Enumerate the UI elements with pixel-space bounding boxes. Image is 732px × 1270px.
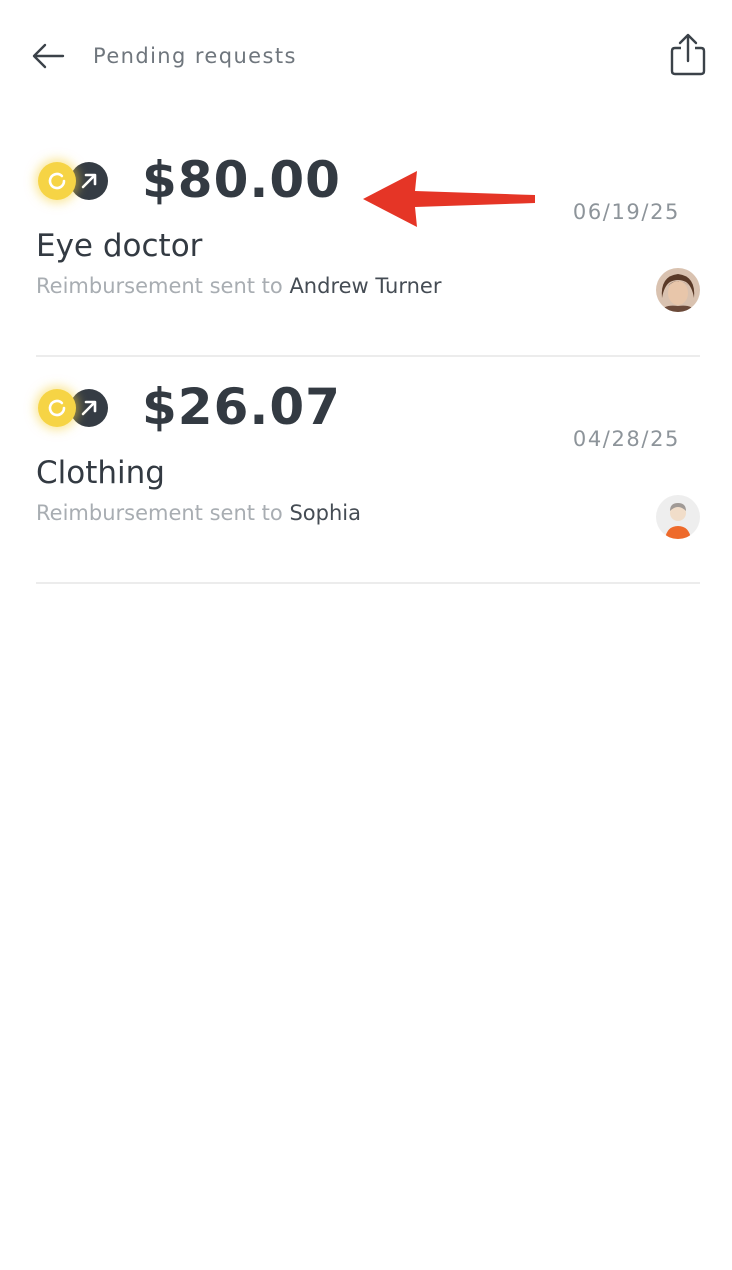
share-icon	[670, 33, 706, 76]
request-title: Clothing	[36, 455, 165, 491]
request-amount: $80.00	[142, 151, 341, 209]
header: Pending requests	[0, 0, 732, 110]
recipient-photo-avatar[interactable]	[656, 268, 700, 312]
pending-status-icon	[38, 389, 76, 427]
arrow-left-icon	[32, 43, 65, 69]
status-icons	[36, 160, 112, 202]
pending-status-icon	[38, 162, 76, 200]
share-button[interactable]	[664, 30, 712, 80]
request-subtitle: Reimbursement sent to Sophia	[36, 499, 361, 527]
subtitle-prefix: Reimbursement sent to	[36, 274, 283, 298]
request-date: 06/19/25	[572, 200, 680, 224]
recipient-name: Andrew Turner	[289, 274, 442, 298]
status-icons	[36, 387, 112, 429]
request-amount: $26.07	[142, 378, 341, 436]
recipient-name: Sophia	[289, 501, 361, 525]
back-button[interactable]	[26, 36, 70, 76]
page-title: Pending requests	[93, 44, 297, 68]
recipient-default-avatar[interactable]	[656, 495, 700, 539]
request-subtitle: Reimbursement sent to Andrew Turner	[36, 272, 441, 300]
app-screen: Pending requests $80.00 06/19/25 Eye doc…	[0, 0, 732, 1270]
request-date: 04/28/25	[572, 427, 680, 451]
annotation-arrow	[363, 171, 535, 227]
subtitle-prefix: Reimbursement sent to	[36, 501, 283, 525]
request-title: Eye doctor	[36, 228, 203, 264]
request-row-clothing[interactable]: $26.07 04/28/25 Clothing Reimbursement s…	[36, 357, 700, 584]
